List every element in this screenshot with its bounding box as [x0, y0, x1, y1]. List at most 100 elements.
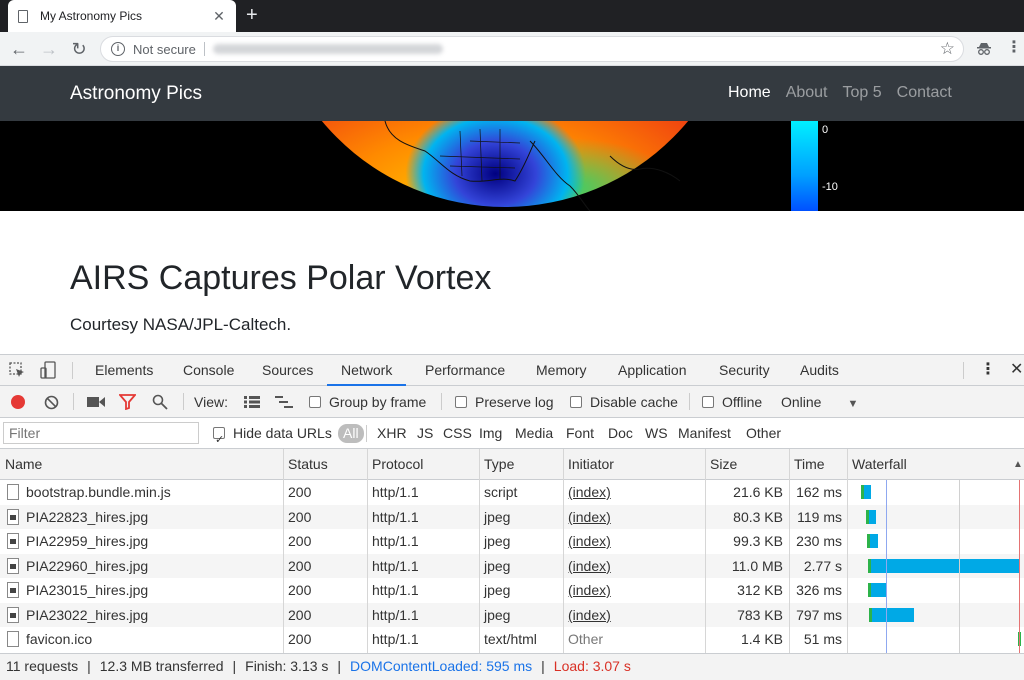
request-protocol: http/1.1: [372, 484, 419, 500]
address-bar[interactable]: i Not secure ☆: [100, 36, 964, 62]
column-divider[interactable]: [283, 449, 284, 653]
request-initiator[interactable]: (index): [568, 603, 611, 627]
filter-input[interactable]: [3, 422, 199, 444]
large-rows-icon[interactable]: [244, 396, 260, 408]
request-initiator: Other: [568, 631, 604, 647]
request-name[interactable]: PIA23015_hires.jpg: [26, 578, 148, 602]
filter-type-xhr[interactable]: XHR: [377, 418, 407, 449]
throttling-select[interactable]: Online ▼: [781, 386, 858, 418]
request-size: 312 KB: [737, 582, 783, 598]
filter-type-other[interactable]: Other: [746, 418, 781, 449]
clear-log-icon[interactable]: [44, 395, 59, 410]
table-row[interactable]: bootstrap.bundle.min.js 200 http/1.1 script…: [0, 480, 1024, 505]
filter-type-font[interactable]: Font: [566, 418, 594, 449]
hide-data-urls-checkbox[interactable]: Hide data URLs: [213, 418, 332, 456]
browser-tab[interactable]: My Astronomy Pics ✕: [8, 0, 236, 32]
device-toolbar-icon[interactable]: [40, 361, 58, 380]
request-initiator[interactable]: (index): [568, 578, 611, 602]
table-row[interactable]: PIA22823_hires.jpg 200 http/1.1 jpeg (index)…: [0, 504, 1024, 529]
request-initiator[interactable]: (index): [568, 480, 611, 504]
column-divider[interactable]: [847, 449, 848, 653]
filter-type-all[interactable]: All: [338, 424, 364, 443]
tab-elements[interactable]: Elements: [95, 355, 153, 386]
column-divider[interactable]: [479, 449, 480, 653]
request-name[interactable]: PIA23022_hires.jpg: [26, 603, 148, 627]
filter-type-ws[interactable]: WS: [645, 418, 668, 449]
group-by-frame-label: Group by frame: [329, 394, 427, 410]
forward-icon[interactable]: →: [38, 38, 60, 60]
bookmark-star-icon[interactable]: ☆: [940, 39, 955, 59]
tab-memory[interactable]: Memory: [536, 355, 587, 386]
column-header-status[interactable]: Status: [283, 449, 328, 480]
tab-application[interactable]: Application: [618, 355, 687, 386]
info-icon[interactable]: i: [111, 42, 125, 56]
group-by-frame-checkbox[interactable]: Group by frame: [309, 386, 426, 418]
devtools-menu-icon[interactable]: ⋮: [980, 355, 996, 386]
column-divider[interactable]: [367, 449, 368, 653]
offline-checkbox[interactable]: Offline: [702, 386, 762, 418]
table-row[interactable]: favicon.ico 200 http/1.1 text/html Other 1.4 …: [0, 627, 1024, 652]
column-divider[interactable]: [705, 449, 706, 653]
request-name[interactable]: PIA22960_hires.jpg: [26, 554, 148, 578]
column-header-name[interactable]: Name: [0, 449, 42, 480]
column-header-protocol[interactable]: Protocol: [367, 449, 423, 480]
close-devtools-icon[interactable]: ✕: [1010, 355, 1023, 386]
inspect-element-icon[interactable]: [9, 362, 26, 379]
tab-audits[interactable]: Audits: [800, 355, 839, 386]
back-icon[interactable]: ←: [8, 38, 30, 60]
browser-menu-icon[interactable]: ⋮: [1006, 37, 1022, 57]
filter-type-img[interactable]: Img: [479, 418, 502, 449]
filter-type-js[interactable]: JS: [417, 418, 433, 449]
request-name[interactable]: bootstrap.bundle.min.js: [26, 480, 171, 504]
request-name[interactable]: PIA22823_hires.jpg: [26, 505, 148, 529]
reload-icon[interactable]: ↻: [68, 38, 90, 60]
column-header-type[interactable]: Type: [479, 449, 514, 480]
column-header-size[interactable]: Size: [705, 449, 737, 480]
preserve-log-checkbox[interactable]: Preserve log: [455, 386, 554, 418]
request-initiator[interactable]: (index): [568, 529, 611, 553]
tab-console[interactable]: Console: [183, 355, 234, 386]
tab-performance[interactable]: Performance: [425, 355, 505, 386]
column-divider[interactable]: [789, 449, 790, 653]
filter-type-css[interactable]: CSS: [443, 418, 472, 449]
colorbar-label: -10: [822, 181, 838, 193]
filter-type-doc[interactable]: Doc: [608, 418, 633, 449]
blurred-url[interactable]: [212, 44, 443, 54]
nav-link-contact[interactable]: Contact: [897, 84, 952, 102]
tab-network[interactable]: Network: [327, 355, 407, 386]
overview-icon[interactable]: [275, 396, 293, 408]
request-initiator[interactable]: (index): [568, 554, 611, 578]
column-divider[interactable]: [563, 449, 564, 653]
site-brand[interactable]: Astronomy Pics: [70, 83, 202, 105]
filter-type-manifest[interactable]: Manifest: [678, 418, 731, 449]
close-tab-icon[interactable]: ✕: [212, 8, 226, 25]
request-size: 11.0 MB: [731, 557, 783, 574]
column-header-initiator[interactable]: Initiator: [563, 449, 614, 480]
new-tab-button[interactable]: +: [246, 4, 258, 26]
nav-link-home[interactable]: Home: [728, 84, 771, 102]
filter-icon[interactable]: [119, 394, 136, 410]
disable-cache-checkbox[interactable]: Disable cache: [570, 386, 678, 418]
table-row[interactable]: PIA23015_hires.jpg 200 http/1.1 jpeg (index)…: [0, 578, 1024, 603]
table-row[interactable]: PIA23022_hires.jpg 200 http/1.1 jpeg (index)…: [0, 602, 1024, 627]
nav-link-top5[interactable]: Top 5: [843, 84, 882, 102]
tab-security[interactable]: Security: [719, 355, 770, 386]
sort-ascending-icon[interactable]: ▲: [1008, 449, 1023, 480]
search-icon[interactable]: [152, 394, 168, 410]
request-name[interactable]: PIA22959_hires.jpg: [26, 529, 148, 553]
tab-sources[interactable]: Sources: [262, 355, 313, 386]
filter-type-media[interactable]: Media: [515, 418, 553, 449]
table-row[interactable]: PIA22959_hires.jpg 200 http/1.1 jpeg (index)…: [0, 529, 1024, 554]
request-initiator[interactable]: (index): [568, 505, 611, 529]
incognito-extension-icon[interactable]: [976, 40, 992, 56]
nav-link-about[interactable]: About: [786, 84, 828, 102]
capture-screenshots-icon[interactable]: [87, 396, 105, 408]
browser-tab-strip: My Astronomy Pics ✕ +: [0, 0, 1024, 32]
table-row[interactable]: PIA22960_hires.jpg 200 http/1.1 jpeg (index)…: [0, 553, 1024, 578]
security-label[interactable]: Not secure: [133, 42, 196, 57]
request-name[interactable]: favicon.ico: [26, 627, 92, 651]
column-header-waterfall[interactable]: Waterfall: [847, 449, 907, 480]
record-button-icon[interactable]: [11, 395, 25, 409]
request-status: 200: [288, 631, 312, 647]
column-header-time[interactable]: Time: [789, 449, 825, 480]
